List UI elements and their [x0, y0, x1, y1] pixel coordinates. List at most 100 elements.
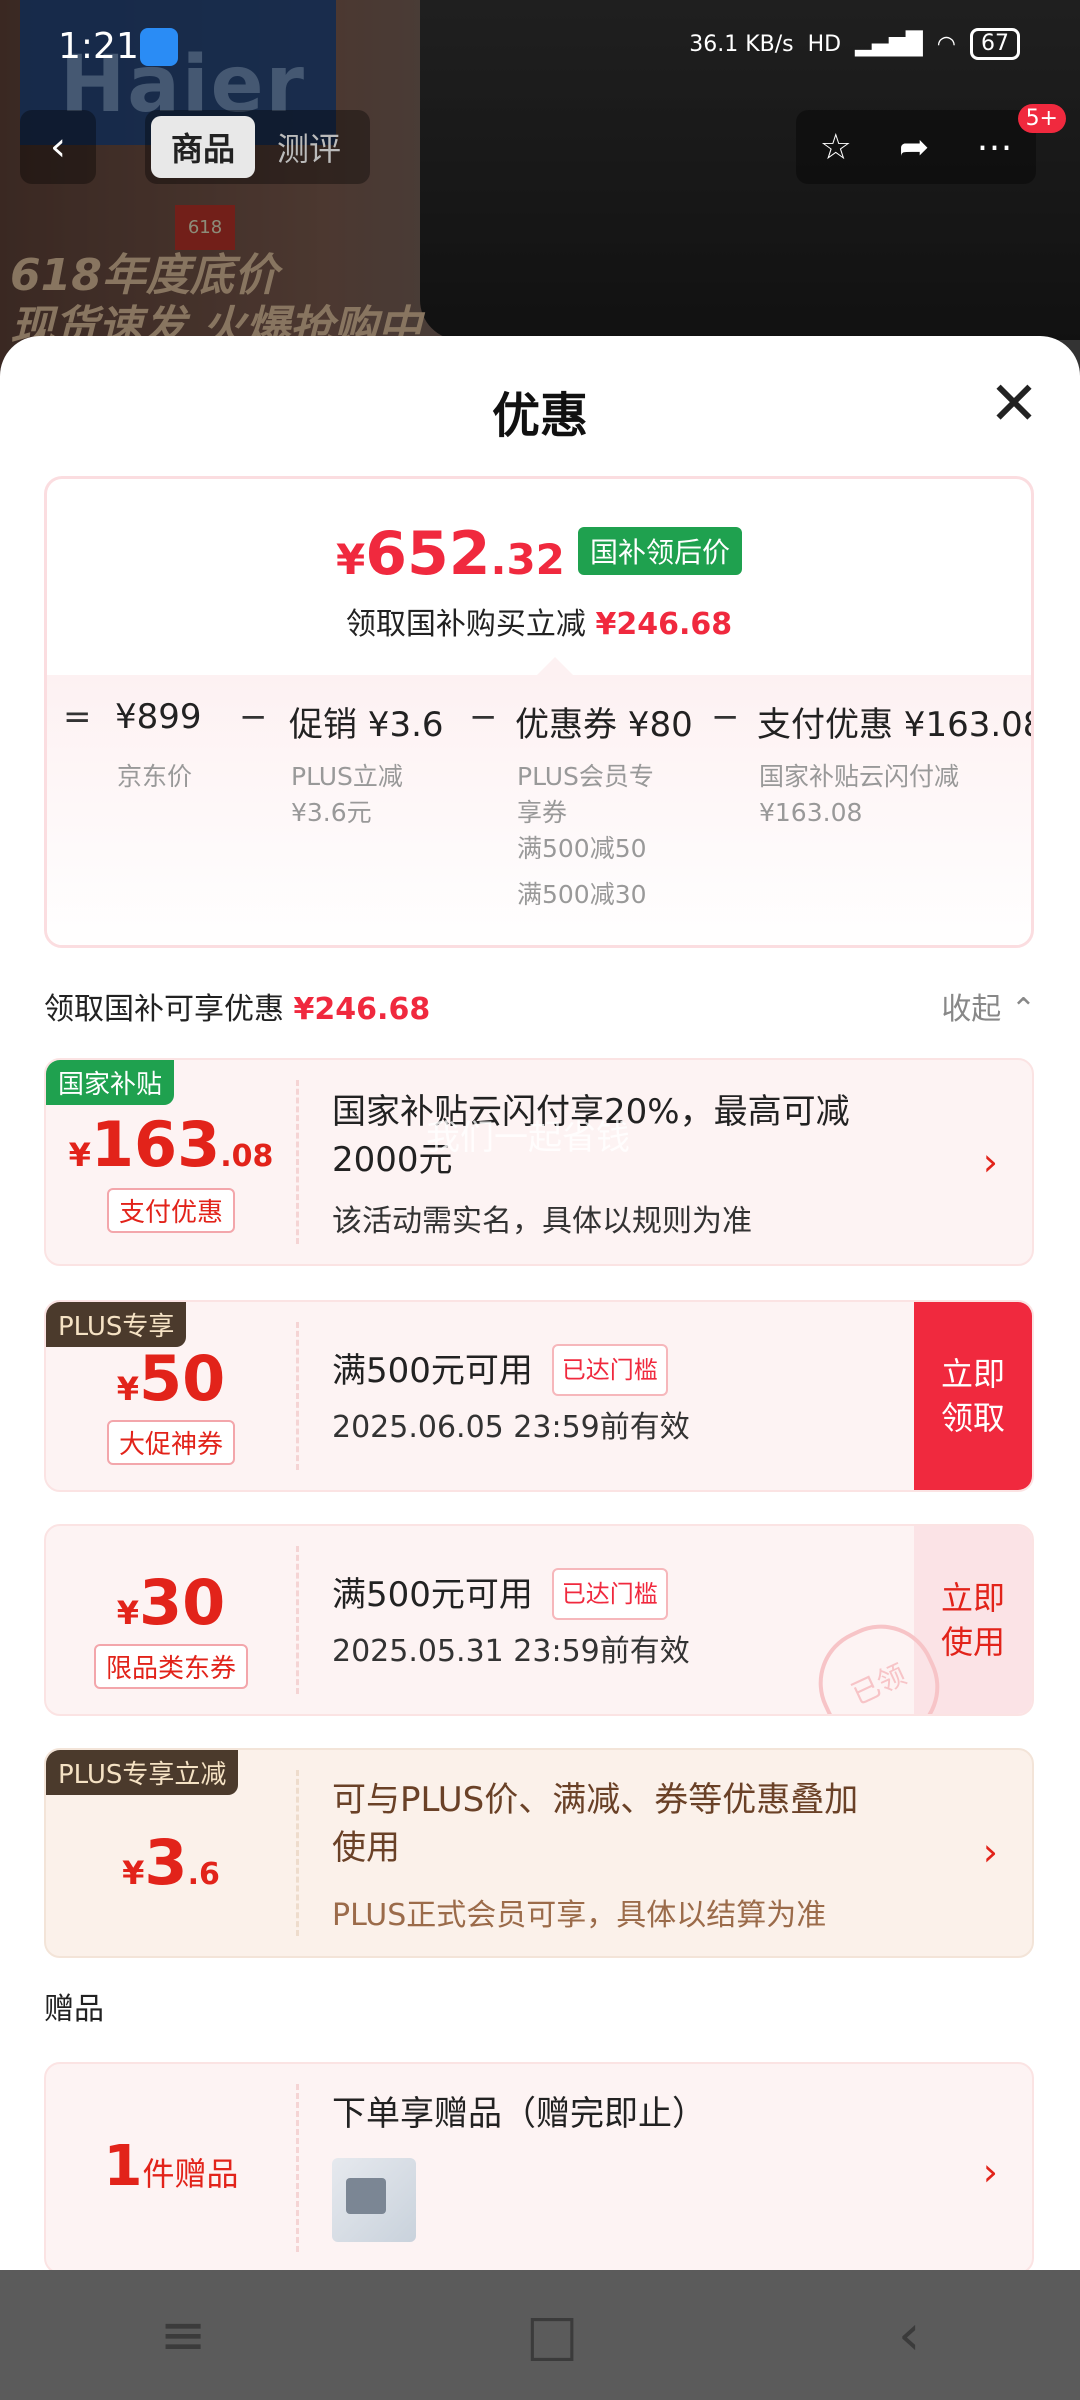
equals-sign: = — [63, 697, 92, 737]
chevron-right-icon: › — [982, 2150, 998, 2194]
chevron-up-icon: ⌃ — [1010, 992, 1036, 1027]
gift-section-header: 赠品 — [44, 1992, 104, 2027]
minus-sign: − — [711, 697, 740, 737]
pill-label: 大促神券 — [106, 1420, 235, 1465]
currency-symbol: ¥ — [116, 1370, 139, 1408]
subsidy-price-tag: 国补领后价 — [577, 527, 742, 575]
card-pill: 支付优惠 — [46, 1188, 296, 1233]
gift-count-number: 1 — [103, 2134, 143, 2199]
card-corner-tag: PLUS专享 — [46, 1302, 187, 1347]
net-speed: 36.1 KB/s — [689, 31, 794, 57]
currency-symbol: ¥ — [336, 535, 366, 584]
card-corner-tag: PLUS专享立减 — [46, 1750, 239, 1795]
card-divider — [296, 1770, 299, 1936]
sheet-title: 优惠 — [491, 388, 588, 444]
close-button[interactable]: ✕ — [988, 374, 1040, 434]
watermark-text: 我们一起省钱 — [426, 1118, 630, 1158]
threshold-met-tag: 已达门槛 — [551, 1568, 668, 1620]
coupon-sub-line-4: 满500减30 — [517, 880, 647, 909]
discount-sheet: 优惠 ✕ ¥652.32 国补领后价 领取国补购买立减 ¥246.68 = ¥8… — [0, 336, 1080, 2270]
amount-int: 30 — [138, 1566, 226, 1639]
minus-sign: − — [239, 697, 268, 737]
amount-int: 163 — [90, 1108, 221, 1181]
gift-count: 1件赠品 — [46, 2134, 296, 2199]
pay-sub-line-2: ¥163.08 — [759, 798, 863, 827]
saving-amount: ¥246.68 — [595, 607, 733, 642]
section-label: 领取国补可享优惠 — [44, 992, 284, 1027]
card-title: 满500元可用 已达门槛 — [332, 1568, 668, 1620]
final-price: ¥652.32 — [336, 519, 565, 589]
gift-title: 下单享赠品（赠完即止） — [332, 2094, 706, 2134]
subsidy-section-header: 领取国补可享优惠 ¥246.68 — [44, 984, 430, 1028]
signal-icon: ▂▄▆█ — [855, 31, 923, 57]
plus-discount-amount: ¥3.6 — [46, 1826, 296, 1899]
plus-discount-card[interactable]: PLUS专享立减 ¥3.6 可与PLUS价、满减、券等优惠叠加 使用 PLUS正… — [44, 1748, 1034, 1958]
pay-discount-sub: 国家补贴云闪付减 ¥163.08 — [759, 759, 959, 831]
coupon-sub-line-2: 享券 — [517, 798, 568, 827]
card-title-line-1: 可与PLUS价、满减、券等优惠叠加 — [332, 1780, 859, 1820]
card-title: 满500元可用 已达门槛 — [332, 1344, 668, 1396]
coupon-expiry: 2025.06.05 23:59前有效 — [332, 1410, 690, 1445]
nav-actions: ☆ ➦ ⋯ — [796, 110, 1036, 184]
currency-symbol: ¥ — [68, 1136, 91, 1174]
card-divider — [296, 2084, 299, 2252]
final-price-row: ¥652.32 国补领后价 — [47, 519, 1031, 589]
collapse-label: 收起 — [941, 992, 1002, 1027]
card-divider — [296, 1322, 299, 1470]
share-icon[interactable]: ➦ — [899, 127, 929, 168]
subsidy-card[interactable]: 国家补贴 ¥163.08 支付优惠 国家补贴云闪付享20%，最高可减 2000元… — [44, 1058, 1034, 1266]
cta-line-1: 立即 — [940, 1579, 1005, 1617]
star-icon[interactable]: ☆ — [820, 127, 852, 168]
cta-line-2: 使用 — [940, 1623, 1005, 1661]
coupon-card-50: PLUS专享 ¥50 大促神券 满500元可用 已达门槛 2025.06.05 … — [44, 1300, 1034, 1492]
back-button[interactable]: ‹ — [20, 110, 96, 184]
message-badge: 5+ — [1017, 104, 1066, 133]
amount-dec: .6 — [187, 1857, 220, 1892]
wifi-icon: ◠ — [936, 31, 956, 57]
close-icon: ✕ — [988, 369, 1040, 439]
coupon-card-30: ¥30 限品类东券 满500元可用 已达门槛 2025.05.31 23:59前… — [44, 1524, 1034, 1716]
promo-amount: 促销 ¥3.6 — [289, 705, 444, 745]
section-amount: ¥246.68 — [293, 992, 431, 1027]
status-bar: 1:21 36.1 KB/s HD ▂▄▆█ ◠ 67 — [0, 20, 1080, 80]
promo-sub-line-1: PLUS立减 — [291, 762, 403, 791]
more-icon[interactable]: ⋯ — [976, 127, 1012, 168]
coupon-expiry: 2025.05.31 23:59前有效 — [332, 1634, 690, 1669]
menu-icon[interactable]: ≡ — [160, 2303, 207, 2368]
product-tabs: 商品 测评 — [145, 110, 370, 184]
currency-symbol: ¥ — [116, 1594, 139, 1632]
pill-label: 支付优惠 — [106, 1188, 235, 1233]
claim-coupon-button[interactable]: 立即 领取 — [914, 1302, 1032, 1490]
tab-review[interactable]: 测评 — [257, 116, 361, 178]
subsidy-saving-row: 领取国补购买立减 ¥246.68 — [47, 599, 1031, 643]
status-right: 36.1 KB/s HD ▂▄▆█ ◠ 67 — [689, 28, 1020, 60]
back-icon[interactable]: ‹ — [898, 2303, 920, 2368]
threshold-met-tag: 已达门槛 — [551, 1344, 668, 1396]
coupon-amount: 优惠券 ¥80 — [515, 705, 693, 745]
coupon-amount: ¥30 — [46, 1566, 296, 1639]
jd-price-label: 京东价 — [117, 762, 193, 791]
card-desc: PLUS正式会员可享，具体以结算为准 — [332, 1898, 827, 1933]
pill-label: 限品类东券 — [93, 1644, 248, 1689]
promo-sub-line-2: ¥3.6元 — [291, 798, 372, 827]
card-title: 可与PLUS价、满减、券等优惠叠加 使用 — [332, 1776, 858, 1872]
coupon-sub: PLUS会员专 享券 满500减50 满500减30 — [517, 759, 654, 913]
chevron-right-icon: › — [982, 1830, 998, 1874]
gift-thumbnail[interactable] — [332, 2158, 416, 2242]
price-dec: .32 — [490, 535, 565, 584]
home-icon[interactable]: □ — [526, 2303, 579, 2368]
amount-int: 3 — [144, 1826, 188, 1899]
coupon-threshold: 满500元可用 — [332, 1351, 533, 1391]
gift-card[interactable]: 1件赠品 下单享赠品（赠完即止） › — [44, 2062, 1034, 2270]
collapse-toggle[interactable]: 收起 ⌃ — [941, 984, 1036, 1028]
summary-notch — [537, 657, 573, 675]
system-nav-bar: ≡ □ ‹ — [0, 2270, 1080, 2400]
price-formula: = ¥899 京东价 − 促销 ¥3.6 PLUS立减 ¥3.6元 − 优惠券 … — [59, 697, 1031, 927]
chevron-left-icon: ‹ — [50, 124, 66, 170]
gift-unit: 件赠品 — [142, 2155, 239, 2193]
battery-icon: 67 — [970, 28, 1020, 60]
tab-goods[interactable]: 商品 — [151, 116, 255, 178]
hd-icon: HD — [807, 31, 842, 57]
status-time: 1:21 — [58, 26, 139, 67]
saving-label: 领取国补购买立减 — [345, 607, 586, 642]
